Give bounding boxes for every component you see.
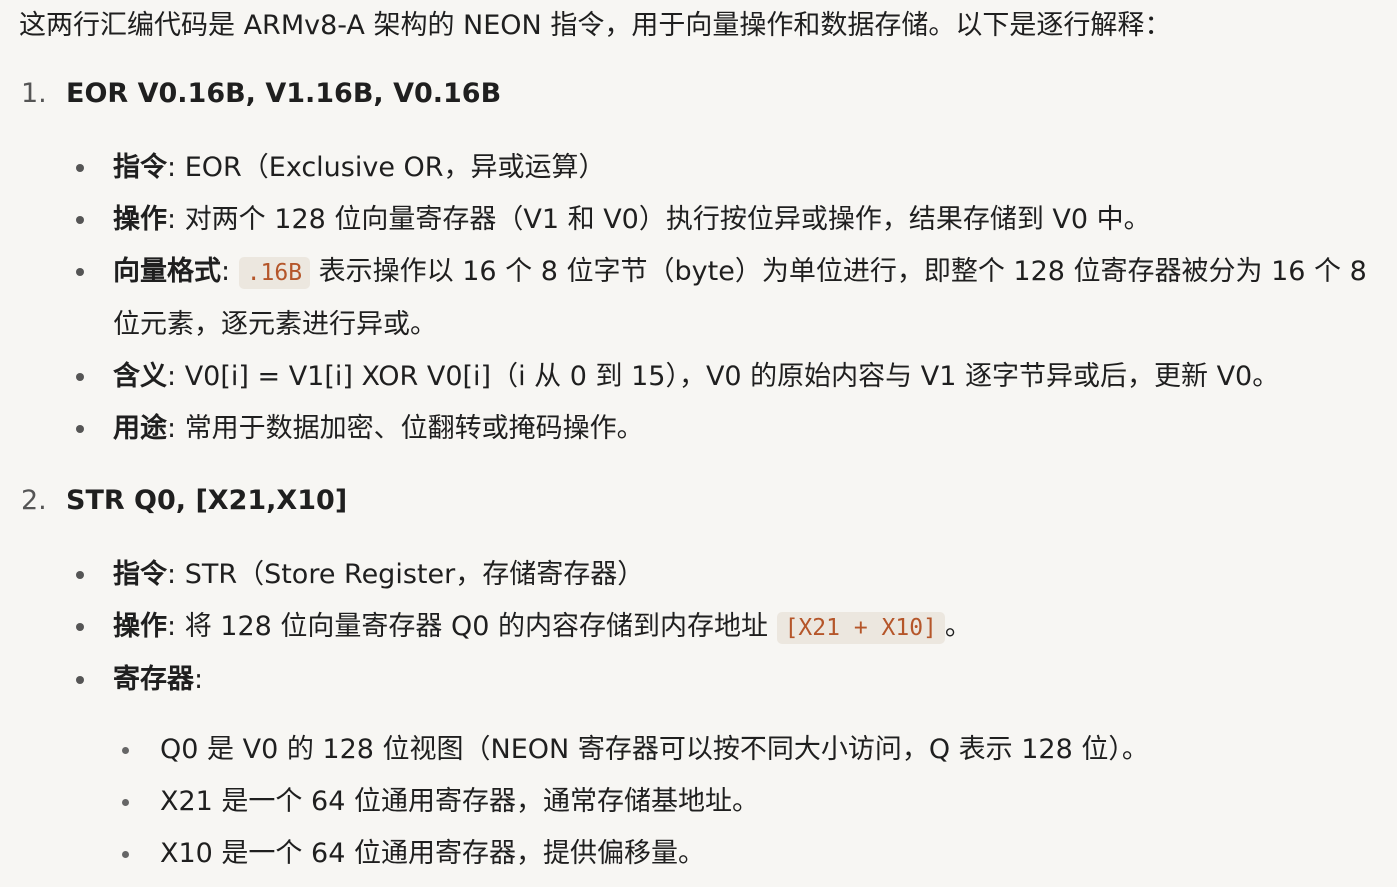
item-separator: : xyxy=(167,152,185,183)
sub-list-item: X21 是一个 64 位通用寄存器，通常存储基地址。 xyxy=(113,776,1389,828)
bullet-icon xyxy=(76,164,84,172)
list-item: 指令: EOR（Exclusive OR，异或运算） xyxy=(19,142,1397,194)
item-term: 向量格式 xyxy=(113,256,221,287)
item-term: 指令 xyxy=(113,152,167,183)
item-separator: : xyxy=(167,559,185,590)
sub-item-text: X21 是一个 64 位通用寄存器，通常存储基地址。 xyxy=(160,786,759,817)
item-separator: : xyxy=(167,204,185,235)
sub-bullet-icon xyxy=(122,799,129,806)
item-term: 操作 xyxy=(113,611,167,642)
bullet-icon xyxy=(76,571,84,579)
list-item: 向量格式: .16B 表示操作以 16 个 8 位字节（byte）为单位进行，即… xyxy=(19,246,1397,351)
sub-bullet-icon xyxy=(122,851,129,858)
item-text: 对两个 128 位向量寄存器（V1 和 V0）执行按位异或操作，结果存储到 V0… xyxy=(184,204,1151,235)
list-number: 1. xyxy=(21,78,47,109)
bullet-list: 指令: EOR（Exclusive OR，异或运算） 操作: 对两个 128 位… xyxy=(19,142,1397,455)
list-item: 操作: 对两个 128 位向量寄存器（V1 和 V0）执行按位异或操作，结果存储… xyxy=(19,194,1397,246)
bullet-icon xyxy=(76,425,84,433)
chat-response: 这两行汇编代码是 ARMv8-A 架构的 NEON 指令，用于向量操作和数据存储… xyxy=(19,0,1397,880)
item-separator: : xyxy=(167,361,185,392)
item-text: STR（Store Register，存储寄存器） xyxy=(184,559,645,590)
bullet-icon xyxy=(76,373,84,381)
item-term: 含义 xyxy=(113,361,167,392)
bullet-list: 指令: STR（Store Register，存储寄存器） 操作: 将 128 … xyxy=(19,549,1397,880)
inline-code: .16B xyxy=(238,257,311,289)
item-text: 常用于数据加密、位翻转或掩码操作。 xyxy=(184,413,644,444)
bullet-icon xyxy=(76,623,84,631)
bullet-icon xyxy=(76,216,84,224)
sub-item-text: Q0 是 V0 的 128 位视图（NEON 寄存器可以按不同大小访问，Q 表示… xyxy=(160,734,1149,765)
item-separator: : xyxy=(221,256,239,287)
sub-list-item: X10 是一个 64 位通用寄存器，提供偏移量。 xyxy=(113,828,1389,880)
bullet-icon xyxy=(76,268,84,276)
item-text: EOR（Exclusive OR，异或运算） xyxy=(184,152,606,183)
item-term: 用途 xyxy=(113,413,167,444)
instruction-heading: EOR V0.16B, V1.16B, V0.16B xyxy=(66,78,502,109)
item-term: 操作 xyxy=(113,204,167,235)
sub-bullet-icon xyxy=(122,747,129,754)
list-item: 含义: V0[i] = V1[i] XOR V0[i]（i 从 0 到 15），… xyxy=(19,351,1397,403)
section-eor: 1. EOR V0.16B, V1.16B, V0.16B 指令: EOR（Ex… xyxy=(19,68,1397,455)
item-text: 将 128 位向量寄存器 Q0 的内容存储到内存地址 xyxy=(184,611,777,642)
sub-list-item: Q0 是 V0 的 128 位视图（NEON 寄存器可以按不同大小访问，Q 表示… xyxy=(113,724,1389,776)
list-item: 寄存器: Q0 是 V0 的 128 位视图（NEON 寄存器可以按不同大小访问… xyxy=(19,654,1397,880)
instruction-heading: STR Q0, [X21,X10] xyxy=(66,485,348,516)
inline-code: [X21 + X10] xyxy=(776,612,945,644)
item-separator: : xyxy=(167,611,185,642)
item-term: 指令 xyxy=(113,559,167,590)
intro-paragraph: 这两行汇编代码是 ARMv8-A 架构的 NEON 指令，用于向量操作和数据存储… xyxy=(19,10,1172,41)
item-text: 。 xyxy=(944,611,972,642)
list-item: 操作: 将 128 位向量寄存器 Q0 的内容存储到内存地址 [X21 + X1… xyxy=(19,601,1397,654)
list-item: 用途: 常用于数据加密、位翻转或掩码操作。 xyxy=(19,403,1397,455)
list-item: 指令: STR（Store Register，存储寄存器） xyxy=(19,549,1397,601)
sub-item-text: X10 是一个 64 位通用寄存器，提供偏移量。 xyxy=(160,838,705,869)
section-str: 2. STR Q0, [X21,X10] 指令: STR（Store Regis… xyxy=(19,475,1397,880)
item-term: 寄存器 xyxy=(113,664,194,695)
item-text: V0[i] = V1[i] XOR V0[i]（i 从 0 到 15），V0 的… xyxy=(184,361,1280,392)
bullet-icon xyxy=(76,676,84,684)
item-separator: : xyxy=(167,413,185,444)
sub-bullet-list: Q0 是 V0 的 128 位视图（NEON 寄存器可以按不同大小访问，Q 表示… xyxy=(113,724,1389,880)
item-separator: : xyxy=(194,664,204,695)
list-number: 2. xyxy=(21,485,47,516)
